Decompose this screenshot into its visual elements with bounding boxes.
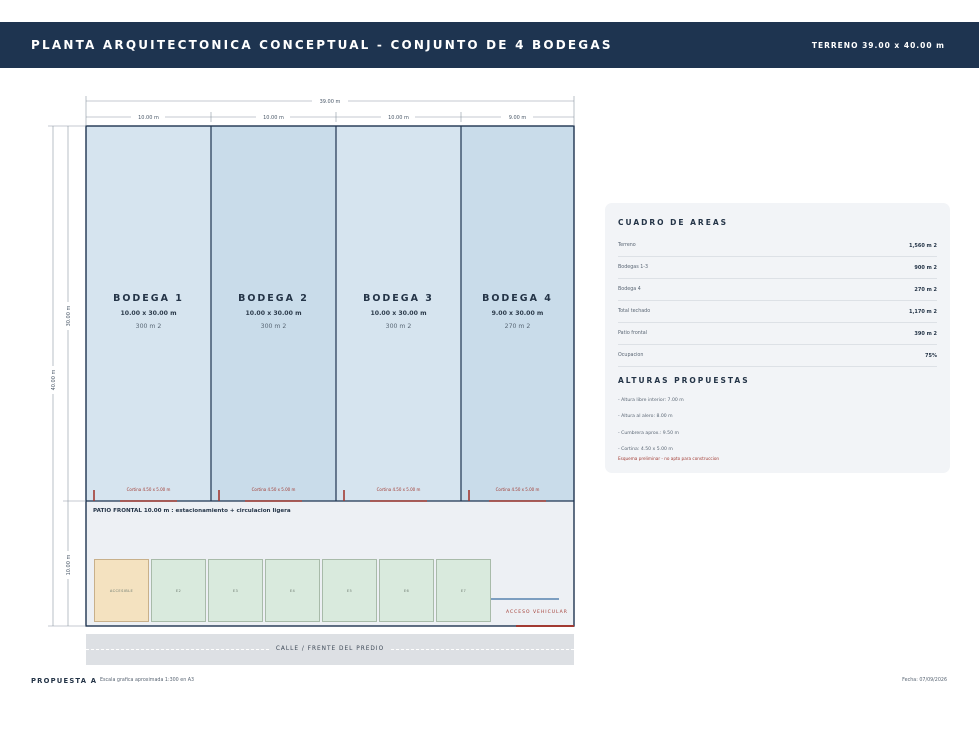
area-row: Total techado 1,170 m 2 [618,307,937,323]
bodega-3: BODEGA 3 10.00 x 30.00 m 300 m 2 Cortina… [336,126,461,501]
altura-item: - Cumbrera aprox.: 9.50 m [618,431,679,436]
altura-item: - Altura al alero: 8.00 m [618,414,673,419]
bodega-name: BODEGA 2 [238,293,309,304]
cortina-marks [93,490,546,502]
dim-patio-depth: 10.00 m [66,554,72,575]
street-label: CALLE / FRENTE DEL PREDIO [269,646,391,652]
page-title: PLANTA ARQUITECTONICA CONCEPTUAL - CONJU… [31,38,613,52]
cortina-label: Cortina 4.50 x 5.00 m [495,487,540,492]
stall-label: ACCESIBLE [109,589,134,593]
parking-stall: E7 [436,559,491,622]
bodega-name: BODEGA 1 [113,293,184,304]
stall-label: E6 [403,589,410,593]
area-value: 1,560 m 2 [909,243,937,249]
area-label: Ocupacion [618,353,644,358]
stall-label: E2 [175,589,182,593]
area-row: Ocupacion 75% [618,351,937,367]
alturas-title: ALTURAS PROPUESTAS [618,376,750,385]
dim-total-width: 39.00 m [320,99,341,105]
street: CALLE / FRENTE DEL PREDIO [86,634,574,665]
area-value: 75% [925,353,937,359]
area-value: 390 m 2 [914,331,937,337]
bodega-1: BODEGA 1 10.00 x 30.00 m 300 m 2 Cortina… [86,126,211,501]
dim-width-2: 10.00 m [263,115,284,121]
area-value: 1,170 m 2 [909,309,937,315]
area-row: Terreno 1,560 m 2 [618,241,937,257]
bodega-3-fill [336,126,461,501]
altura-item: - Altura libre interior: 7.00 m [618,398,684,403]
parking-stall: E2 [151,559,206,622]
terreno-outline [85,125,575,627]
bodega-2: BODEGA 2 10.00 x 30.00 m 300 m 2 Cortina… [211,126,336,501]
parking-stall: E4 [265,559,320,622]
parking-stall-accessible: ACCESIBLE [94,559,149,622]
area-row: Bodegas 1-3 900 m 2 [618,263,937,279]
dimension-lines [48,96,575,627]
bodega-area: 270 m 2 [504,323,531,330]
cortina-label: Cortina 4.50 x 5.00 m [376,487,421,492]
dim-width-1: 10.00 m [138,115,159,121]
bodega-1-fill [86,126,211,501]
bodega-dims: 10.00 x 30.00 m [370,310,427,317]
dim-width-4: 9.00 m [509,115,527,121]
acceso-vehicular-label: ACCESO VEHICULAR [506,610,568,615]
bodega-area: 300 m 2 [135,323,162,330]
area-value: 270 m 2 [914,287,937,293]
bodega-4: BODEGA 4 9.00 x 30.00 m 270 m 2 Cortina … [461,126,574,501]
bodega-4-fill [461,126,574,501]
date-label: Fecha: 07/09/2026 [902,678,947,683]
area-label: Bodega 4 [618,287,641,292]
area-label: Bodegas 1-3 [618,265,649,270]
stall-label: E4 [289,589,296,593]
area-value: 900 m 2 [914,265,937,271]
parking-stall: E6 [379,559,434,622]
parking-stall: E3 [208,559,263,622]
altura-item: - Cortina: 4.50 x 5.00 m [618,447,673,452]
bodega-name: BODEGA 4 [482,293,553,304]
cortina-label: Cortina 4.50 x 5.00 m [126,487,171,492]
bodega-name: BODEGA 3 [363,293,434,304]
area-label: Terreno [618,243,636,248]
bodega-area: 300 m 2 [385,323,412,330]
dim-width-3: 10.00 m [388,115,409,121]
area-label: Total techado [618,309,651,314]
scale-note: Escala grafica aproximada 1:300 en A3 [100,678,195,683]
dim-bodega-depth: 30.00 m [66,305,72,326]
cortina-label: Cortina 4.50 x 5.00 m [251,487,296,492]
stall-label: E5 [346,589,353,593]
bodega-dims: 9.00 x 30.00 m [491,310,544,317]
header-bar: PLANTA ARQUITECTONICA CONCEPTUAL - CONJU… [0,22,979,68]
patio-fill [86,501,574,626]
bodega-dims: 10.00 x 30.00 m [120,310,177,317]
preliminary-note: Esquema preliminar - no apto para constr… [618,456,720,461]
parking-stall: E5 [322,559,377,622]
terreno-label: TERRENO 39.00 x 40.00 m [811,41,945,50]
bodega-area: 300 m 2 [260,323,287,330]
dim-total-depth: 40.00 m [51,369,57,390]
patio-label: PATIO FRONTAL 10.00 m : estacionamiento … [93,508,291,514]
page: PLANTA ARQUITECTONICA CONCEPTUAL - CONJU… [0,0,979,734]
proposal-label: PROPUESTA A [31,677,98,685]
areas-title: CUADRO DE AREAS [618,218,729,227]
area-row: Bodega 4 270 m 2 [618,285,937,301]
stall-label: E7 [460,589,467,593]
street-centerline [86,649,574,650]
stall-label: E3 [232,589,239,593]
areas-panel: CUADRO DE AREAS Terreno 1,560 m 2 Bodega… [605,203,950,473]
bodega-dims: 10.00 x 30.00 m [245,310,302,317]
area-row: Patio frontal 390 m 2 [618,329,937,345]
bodega-2-fill [211,126,336,501]
dimension-label-backgrounds [49,97,533,579]
area-label: Patio frontal [618,331,647,336]
